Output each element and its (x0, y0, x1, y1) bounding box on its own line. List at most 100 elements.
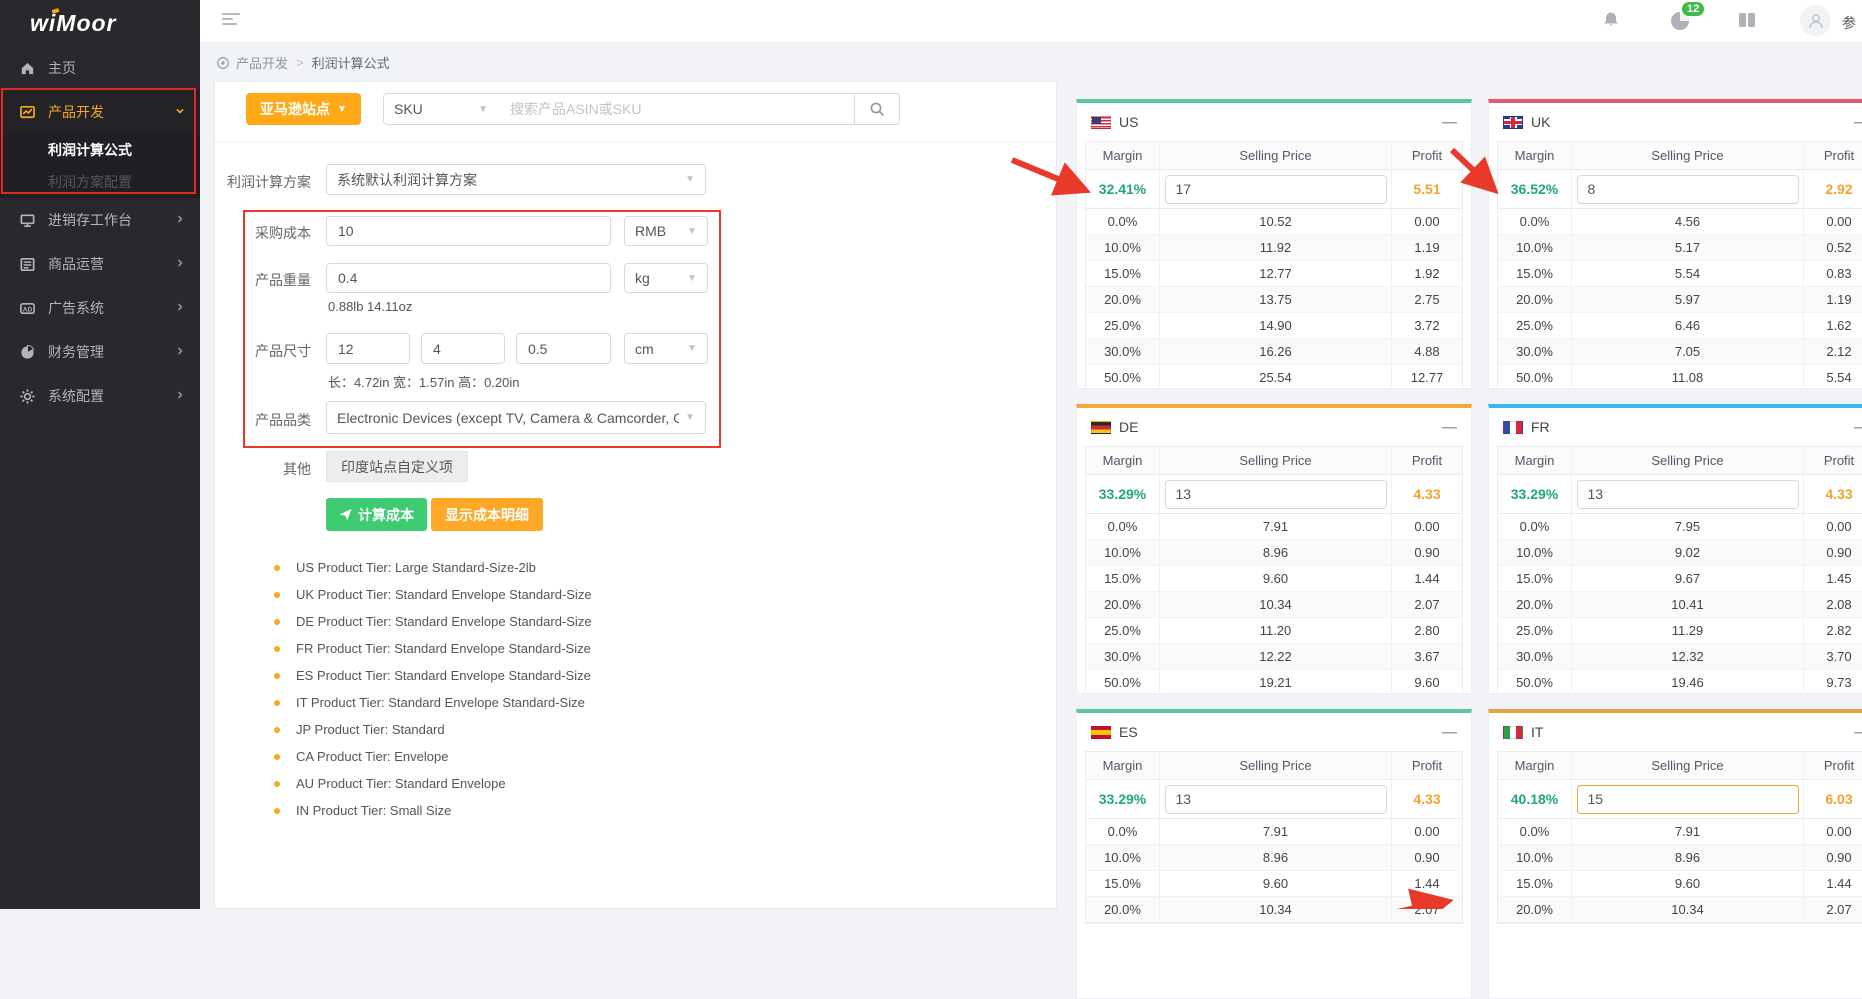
margin-row: 25.0%14.903.72 (1086, 313, 1462, 339)
margin-row: 50.0%11.085.54 (1498, 365, 1862, 389)
sidebar-item-goods-ops[interactable]: 商品运营 (0, 242, 200, 286)
selling-price-input[interactable] (1165, 175, 1387, 204)
country-flag-icon (1091, 116, 1111, 129)
margin-row: 0.0%10.520.00 (1086, 209, 1462, 235)
size-unit-select[interactable]: cm▼ (624, 333, 708, 364)
sidebar-item-product-dev[interactable]: 产品开发 (0, 90, 200, 134)
price-table: Margin Selling Price Profit 32.41% 5.51 … (1085, 141, 1463, 389)
margin-row: 15.0%5.540.83 (1498, 261, 1862, 287)
margin-row: 50.0%19.469.73 (1498, 670, 1862, 694)
selling-price-input[interactable] (1165, 480, 1387, 509)
collapse-minus-icon[interactable]: — (1442, 115, 1457, 130)
product-dev-submenu: 利润计算公式 利润方案配置 (0, 134, 200, 198)
col-margin: Margin (1086, 447, 1160, 474)
country-panel-us: US — Margin Selling Price Profit 32.41% … (1076, 99, 1472, 389)
current-profit: 5.51 (1392, 170, 1462, 208)
margin-row: 50.0%19.219.60 (1086, 670, 1462, 694)
margin-row: 10.0%8.960.90 (1086, 845, 1462, 871)
current-profit: 4.33 (1392, 475, 1462, 513)
country-code: DE (1119, 419, 1138, 435)
current-margin: 36.52% (1498, 170, 1572, 208)
size-length-input[interactable] (326, 333, 410, 364)
search-button[interactable] (854, 93, 900, 125)
table-header-row: Margin Selling Price Profit (1498, 447, 1862, 475)
price-table: Margin Selling Price Profit 40.18% 6.03 … (1497, 751, 1862, 924)
sidebar-subitem-profit-formula[interactable]: 利润计算公式 (0, 134, 200, 166)
size-width-input[interactable] (421, 333, 505, 364)
margin-row: 20.0%10.342.07 (1086, 592, 1462, 618)
col-margin: Margin (1498, 752, 1572, 779)
sidebar-item-settings[interactable]: 系统配置 (0, 374, 200, 418)
size-height-input[interactable] (516, 333, 611, 364)
plan-select[interactable]: 系统默认利润计算方案▼ (326, 164, 706, 195)
selling-price-input[interactable] (1577, 785, 1799, 814)
margin-row: 15.0%9.671.45 (1498, 566, 1862, 592)
cost-unit-select[interactable]: RMB▼ (624, 216, 708, 246)
product-weight-input[interactable] (326, 263, 611, 293)
purchase-cost-input[interactable] (326, 216, 611, 246)
columns-icon[interactable] (1736, 9, 1760, 33)
price-table: Margin Selling Price Profit 33.29% 4.33 … (1085, 751, 1463, 924)
margin-row: 10.0%8.960.90 (1498, 845, 1862, 871)
product-tier-item: JP Product Tier: Standard (274, 716, 592, 743)
sidebar-subitem-profit-plan-config[interactable]: 利润方案配置 (0, 166, 200, 198)
search-input[interactable] (498, 93, 855, 125)
col-margin: Margin (1498, 447, 1572, 474)
show-cost-detail-button[interactable]: 显示成本明细 (431, 498, 543, 531)
app-logo[interactable]: wiMoor (0, 0, 200, 46)
caret-down-icon: ▼ (679, 412, 695, 423)
sidebar-menu: 主页 产品开发 利润计算公式 利润方案配置 进销存工作台 (0, 46, 200, 418)
sidebar-item-ads[interactable]: AD 广告系统 (0, 286, 200, 330)
breadcrumb: 产品开发 > 利润计算公式 (216, 53, 390, 72)
current-profit: 6.03 (1804, 780, 1862, 818)
collapse-minus-icon[interactable]: — (1854, 420, 1862, 435)
sidebar-item-inventory-workbench[interactable]: 进销存工作台 (0, 198, 200, 242)
table-header-row: Margin Selling Price Profit (1086, 447, 1462, 475)
svg-text:AD: AD (22, 306, 32, 313)
caret-down-icon: ▼ (681, 273, 697, 284)
selling-price-input[interactable] (1577, 175, 1799, 204)
product-tier-item: CA Product Tier: Envelope (274, 743, 592, 770)
bullet-icon (274, 565, 280, 571)
calculate-cost-button[interactable]: 计算成本 (326, 498, 427, 531)
home-icon (18, 59, 36, 77)
bell-icon[interactable] (1600, 9, 1624, 33)
margin-row: 25.0%6.461.62 (1498, 313, 1862, 339)
selling-price-input[interactable] (1577, 480, 1799, 509)
margin-row: 10.0%9.020.90 (1498, 540, 1862, 566)
weight-label: 产品重量 (215, 270, 311, 290)
panels-grid: US — Margin Selling Price Profit 32.41% … (1076, 99, 1862, 999)
sidebar-item-home[interactable]: 主页 (0, 46, 200, 90)
gear-icon (18, 387, 36, 405)
margin-row: 20.0%13.752.75 (1086, 287, 1462, 313)
category-select[interactable]: Electronic Devices (except TV, Camera & … (326, 401, 706, 434)
collapse-minus-icon[interactable]: — (1442, 420, 1457, 435)
margin-row: 30.0%16.264.88 (1086, 339, 1462, 365)
country-flag-icon (1503, 726, 1523, 739)
col-profit: Profit (1392, 752, 1462, 779)
margin-row: 30.0%7.052.12 (1498, 339, 1862, 365)
selling-price-input[interactable] (1165, 785, 1387, 814)
margin-row: 20.0%10.342.07 (1498, 897, 1862, 923)
collapse-minus-icon[interactable]: — (1854, 115, 1862, 130)
country-code: ES (1119, 724, 1138, 740)
table-header-row: Margin Selling Price Profit (1086, 142, 1462, 170)
product-tier-item: US Product Tier: Large Standard-Size-2lb (274, 554, 592, 581)
collapse-menu-icon[interactable] (222, 13, 242, 29)
user-name[interactable]: 参 (1842, 13, 1856, 33)
collapse-minus-icon[interactable]: — (1854, 725, 1862, 740)
breadcrumb-section[interactable]: 产品开发 (236, 53, 288, 72)
chevron-down-icon (174, 104, 186, 120)
collapse-minus-icon[interactable]: — (1442, 725, 1457, 740)
avatar[interactable] (1800, 5, 1831, 36)
price-table: Margin Selling Price Profit 36.52% 2.92 … (1497, 141, 1862, 389)
sidebar-item-finance[interactable]: 财务管理 (0, 330, 200, 374)
country-code: UK (1531, 114, 1550, 130)
bullet-icon (274, 619, 280, 625)
sku-select[interactable]: SKU▼ (383, 93, 499, 125)
product-tier-item: UK Product Tier: Standard Envelope Stand… (274, 581, 592, 608)
current-profit: 4.33 (1392, 780, 1462, 818)
amazon-site-button[interactable]: 亚马逊站点▼ (246, 93, 361, 125)
india-custom-button[interactable]: 印度站点自定义项 (326, 451, 468, 482)
weight-unit-select[interactable]: kg▼ (624, 263, 708, 293)
